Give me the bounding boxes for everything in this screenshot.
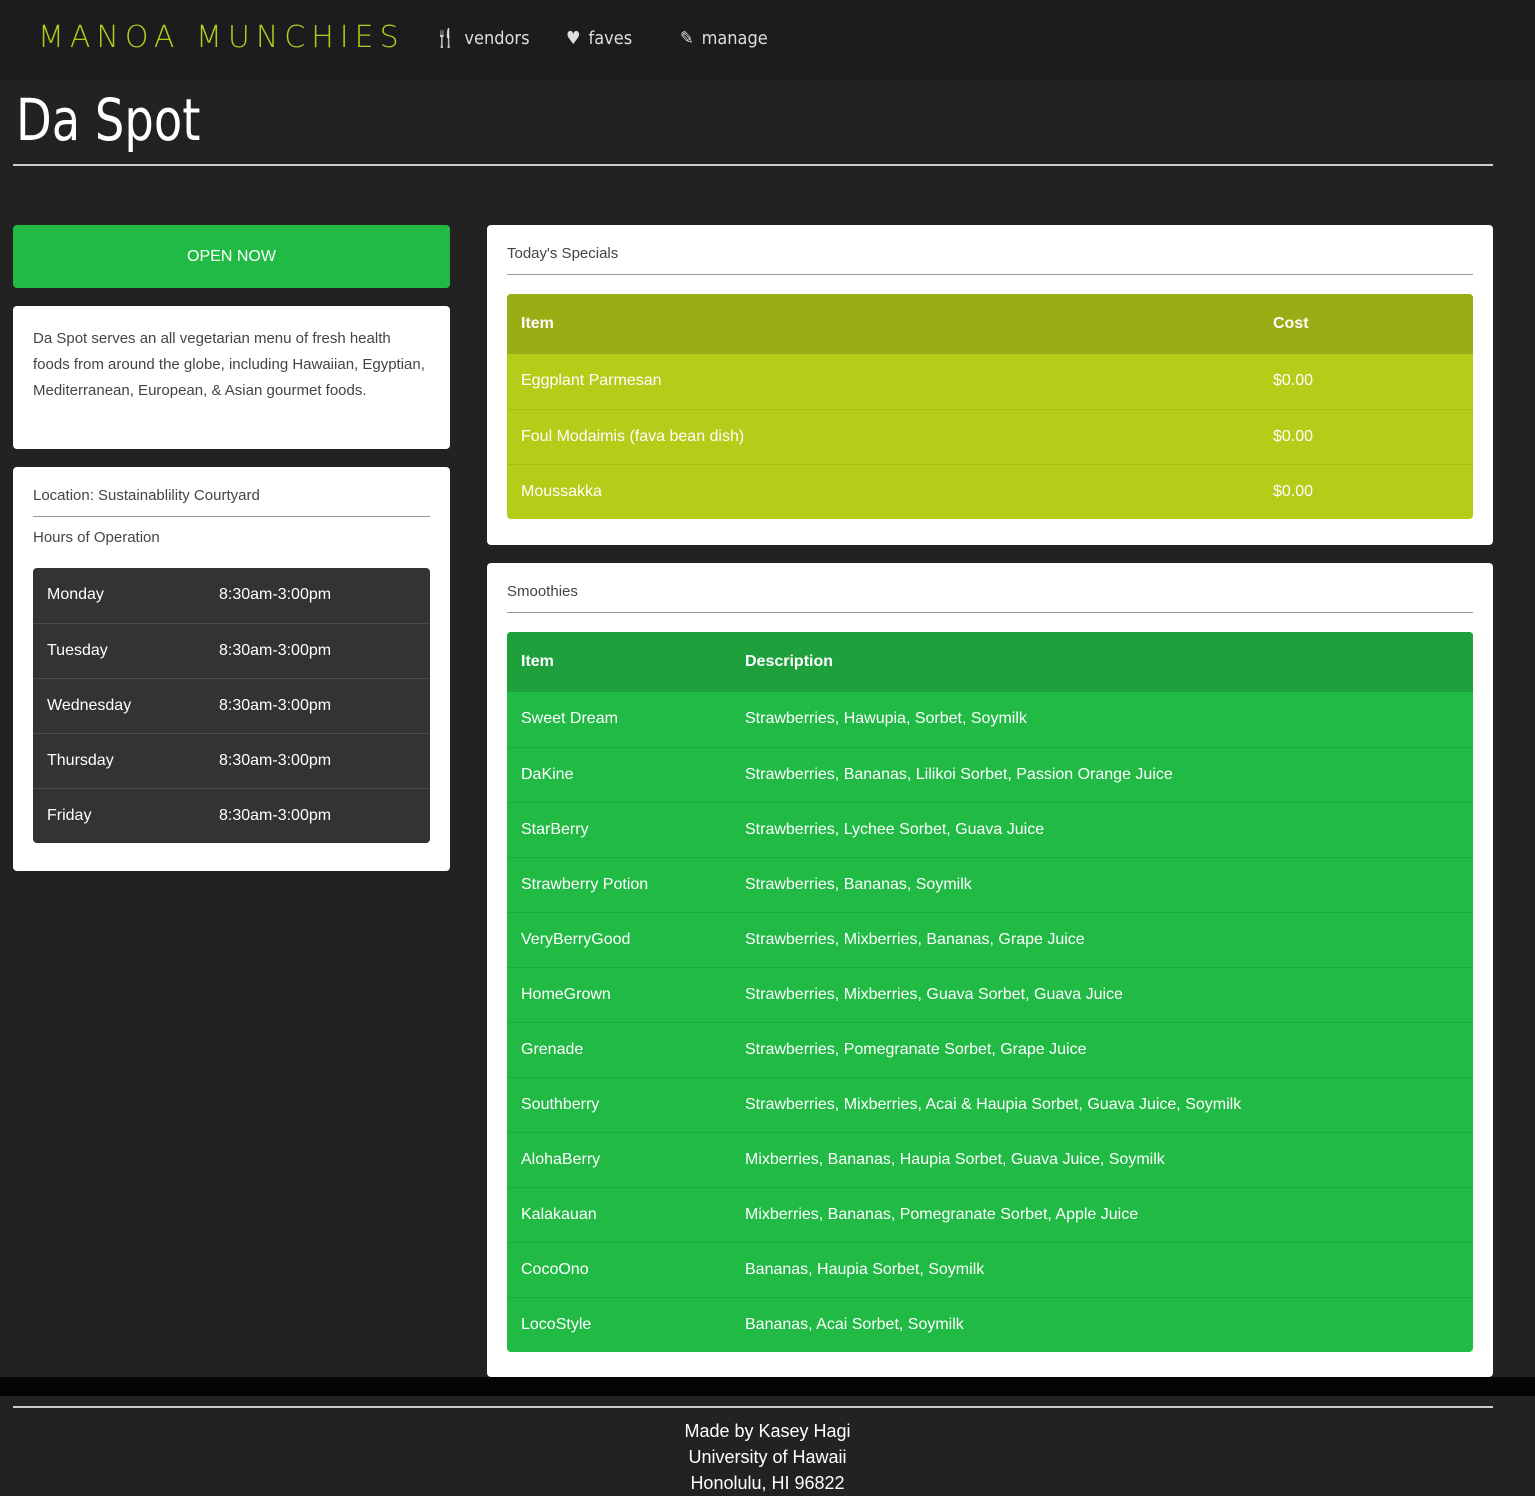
open-status-button[interactable]: OPEN NOW	[13, 225, 450, 288]
hours-day: Tuesday	[33, 622, 205, 678]
footer: Made by Kasey Hagi University of Hawaii …	[0, 1418, 1535, 1496]
table-row: VeryBerryGood Strawberries, Mixberries, B…	[507, 911, 1473, 967]
hours-day: Monday	[47, 586, 104, 604]
divider	[33, 516, 430, 517]
table-cell: Sweet Dream	[521, 710, 618, 728]
hours-day: Wednesday	[33, 677, 205, 733]
specials-table: Item Cost Eggplant Parmesan $0.00 Foul Moda…	[507, 294, 1473, 519]
table-cell: VeryBerryGood	[507, 911, 731, 967]
hours-time: 8:30am-3:00pm	[219, 586, 332, 604]
column-header: Item	[507, 632, 731, 692]
table-row: Grenade Strawberries, Pomegranate Sorbet,…	[507, 1021, 1473, 1077]
table-row: DaKine Strawberries, Bananas, Lilikoi Sor…	[507, 746, 1473, 802]
table-row: CocoOno Bananas, Haupia Sorbet, Soymilk	[507, 1241, 1473, 1297]
table-cell: Bananas, Haupia Sorbet, Soymilk	[731, 1241, 1473, 1297]
table-cell: AlohaBerry	[507, 1131, 731, 1187]
description-card: Da Spot serves an all vegetarian menu of…	[13, 306, 450, 449]
table-cell: Mixberries, Bananas, Haupia Sorbet, Guav…	[731, 1131, 1473, 1187]
hours-row: Thursday 8:30am-3:00pm	[33, 732, 430, 788]
hours-time: 8:30am-3:00pm	[205, 622, 430, 678]
table-cell: Strawberry Potion	[507, 856, 731, 912]
table-cell: Moussakka	[507, 463, 1259, 519]
column-header: Item	[507, 294, 1259, 354]
nav-label: faves	[588, 28, 633, 49]
table-cell: Strawberries, Mixberries, Guava Sorbet, …	[731, 966, 1473, 1022]
nav-label: manage	[701, 28, 768, 49]
edit-icon: ✎	[680, 28, 694, 49]
footer-line: Made by Kasey Hagi	[684, 1421, 851, 1441]
heart-icon: ♥	[566, 28, 581, 49]
footer-line: Honolulu, HI 96822	[690, 1473, 845, 1493]
navbar: MANOA MUNCHIES 🍴 vendors ♥ faves ✎ manage	[0, 0, 1535, 80]
table-row: Sweet Dream Strawberries, Hawupia, Sorbet…	[507, 692, 1473, 747]
table-cell: Strawberries, Bananas, Lilikoi Sorbet, P…	[731, 746, 1473, 802]
table-cell: HomeGrown	[507, 966, 731, 1022]
specials-title: Today's Specials	[507, 245, 619, 262]
table-cell: Strawberries, Mixberries, Acai & Haupia …	[731, 1076, 1473, 1132]
table-cell: Grenade	[507, 1021, 731, 1077]
nav-vendors[interactable]: 🍴 vendors	[434, 28, 530, 49]
hours-row: Friday 8:30am-3:00pm	[33, 787, 430, 843]
hours-time: 8:30am-3:00pm	[205, 787, 430, 843]
column-header: Cost	[1259, 294, 1473, 354]
hours-label: Hours of Operation	[33, 529, 160, 546]
hours-time: 8:30am-3:00pm	[205, 677, 430, 733]
table-row: Foul Modaimis (fava bean dish) $0.00	[507, 408, 1473, 464]
divider	[507, 612, 1473, 613]
footer-line: University of Hawaii	[688, 1447, 847, 1467]
nav-faves[interactable]: ♥ faves	[566, 28, 632, 49]
table-cell: Eggplant Parmesan	[521, 372, 662, 390]
table-cell: Strawberries, Hawupia, Sorbet, Soymilk	[745, 710, 1027, 728]
smoothies-table: Item Description Sweet Dream Strawberries,…	[507, 632, 1473, 1352]
table-row: Strawberry Potion Strawberries, Bananas, …	[507, 856, 1473, 912]
table-cell: LocoStyle	[507, 1296, 731, 1352]
table-cell: Mixberries, Bananas, Pomegranate Sorbet,…	[731, 1186, 1473, 1242]
nav-manage[interactable]: ✎ manage	[680, 28, 768, 49]
hours-table: Monday 8:30am-3:00pm Tuesday 8:30am-3:00pm W…	[33, 568, 430, 843]
table-cell: $0.00	[1259, 463, 1473, 519]
smoothies-card: Smoothies Item Description Sweet Dream Str…	[487, 563, 1493, 1377]
table-cell: Bananas, Acai Sorbet, Soymilk	[731, 1296, 1473, 1352]
table-row: Kalakauan Mixberries, Bananas, Pomegranat…	[507, 1186, 1473, 1242]
smoothies-title: Smoothies	[507, 583, 578, 600]
hours-time: 8:30am-3:00pm	[205, 732, 430, 788]
table-cell: DaKine	[507, 746, 731, 802]
divider	[13, 164, 1493, 166]
table-row: Eggplant Parmesan $0.00	[507, 354, 1473, 409]
footer-band	[0, 1377, 1535, 1396]
column-header: Description	[731, 632, 1473, 692]
table-cell: $0.00	[1273, 372, 1314, 390]
table-cell: Strawberries, Lychee Sorbet, Guava Juice	[731, 801, 1473, 857]
table-cell: Strawberries, Pomegranate Sorbet, Grape …	[731, 1021, 1473, 1077]
hours-row: Tuesday 8:30am-3:00pm	[33, 622, 430, 678]
hours-row: Monday 8:30am-3:00pm	[33, 568, 430, 623]
page-title: Da Spot	[16, 86, 201, 154]
table-row: AlohaBerry Mixberries, Bananas, Haupia So…	[507, 1131, 1473, 1187]
footer-divider	[13, 1406, 1493, 1408]
location-card: Location: Sustainablility Courtyard Hour…	[13, 467, 450, 871]
table-cell: Kalakauan	[507, 1186, 731, 1242]
utensils-icon: 🍴	[434, 28, 457, 49]
table-cell: StarBerry	[507, 801, 731, 857]
brand-logo[interactable]: MANOA MUNCHIES	[38, 20, 405, 55]
table-cell: Strawberries, Mixberries, Bananas, Grape…	[731, 911, 1473, 967]
location-label: Location: Sustainablility Courtyard	[33, 487, 260, 504]
table-row: Moussakka $0.00	[507, 463, 1473, 519]
table-row: LocoStyle Bananas, Acai Sorbet, Soymilk	[507, 1296, 1473, 1352]
table-cell: Southberry	[507, 1076, 731, 1132]
specials-card: Today's Specials Item Cost Eggplant Parme…	[487, 225, 1493, 545]
table-cell: CocoOno	[507, 1241, 731, 1297]
nav-label: vendors	[464, 28, 530, 49]
table-row: StarBerry Strawberries, Lychee Sorbet, Gu…	[507, 801, 1473, 857]
hours-day: Thursday	[33, 732, 205, 788]
table-row: Southberry Strawberries, Mixberries, Acai…	[507, 1076, 1473, 1132]
hours-day: Friday	[33, 787, 205, 843]
table-cell: $0.00	[1259, 408, 1473, 464]
table-cell: Foul Modaimis (fava bean dish)	[507, 408, 1259, 464]
table-row: HomeGrown Strawberries, Mixberries, Guava…	[507, 966, 1473, 1022]
hours-row: Wednesday 8:30am-3:00pm	[33, 677, 430, 733]
table-cell: Strawberries, Bananas, Soymilk	[731, 856, 1473, 912]
divider	[507, 274, 1473, 275]
